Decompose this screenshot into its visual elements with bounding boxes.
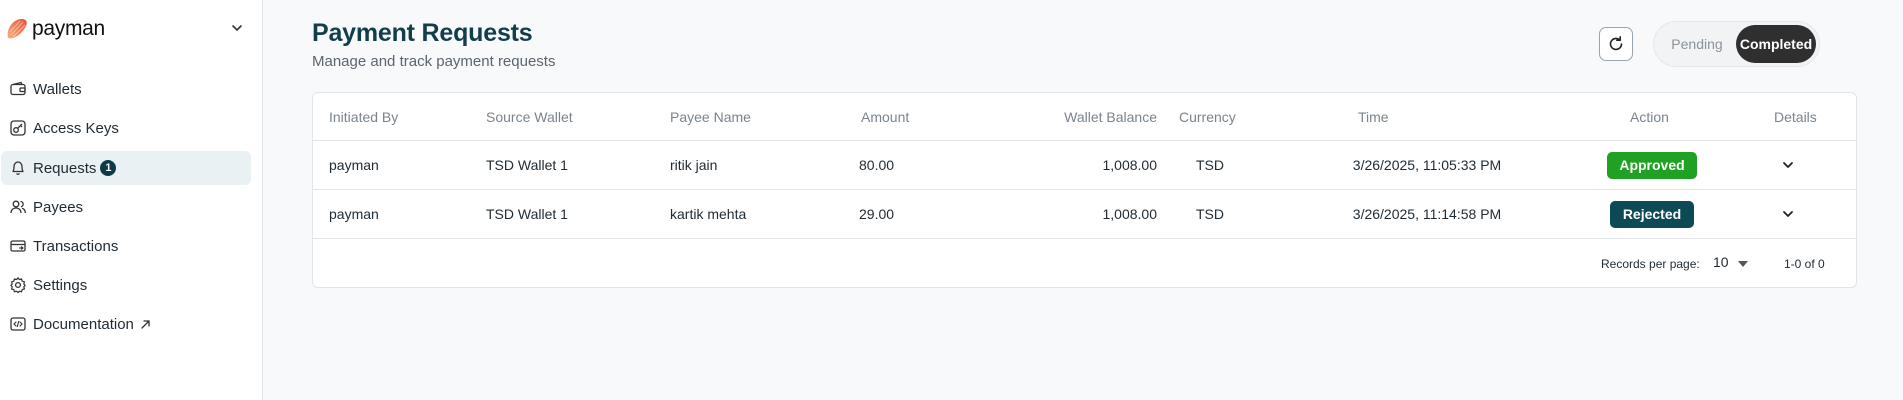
cell-currency: TSD bbox=[1196, 206, 1224, 222]
transactions-icon bbox=[10, 240, 26, 252]
status-badge-rejected: Rejected bbox=[1610, 201, 1694, 228]
cell-wallet-balance: 1,008.00 bbox=[1102, 206, 1158, 222]
sidebar-item-label: Transactions bbox=[33, 237, 119, 255]
sidebar-item-transactions[interactable]: Transactions bbox=[1, 229, 251, 263]
cell-amount: 29.00 bbox=[859, 206, 895, 222]
main-content: Payment Requests Manage and track paymen… bbox=[263, 0, 1903, 400]
sidebar-item-label: Settings bbox=[33, 276, 88, 294]
chevron-down-icon[interactable] bbox=[230, 21, 244, 35]
pagination-range: 1-0 of 0 bbox=[1784, 257, 1825, 271]
sidebar-item-label: Payees bbox=[33, 198, 84, 216]
requests-table: Initiated By Source Wallet Payee Name Am… bbox=[312, 92, 1857, 288]
divider bbox=[313, 238, 1856, 239]
cell-initiated-by: payman bbox=[329, 157, 379, 173]
wallet-icon bbox=[10, 81, 26, 96]
column-header-wallet-balance[interactable]: Wallet Balance bbox=[1013, 93, 1157, 141]
users-icon bbox=[10, 200, 26, 214]
cell-wallet-balance: 1,008.00 bbox=[1102, 157, 1158, 173]
records-per-page-label: Records per page: bbox=[1601, 257, 1700, 271]
page-title: Payment Requests bbox=[312, 19, 533, 47]
tab-completed[interactable]: Completed bbox=[1736, 25, 1816, 63]
cell-payee-name: ritik jain bbox=[670, 157, 718, 173]
status-toggle: Pending Completed bbox=[1653, 21, 1820, 67]
payman-logo-icon bbox=[7, 19, 27, 39]
column-header-source-wallet[interactable]: Source Wallet bbox=[486, 93, 573, 141]
brand-name: payman bbox=[32, 17, 105, 40]
cell-source-wallet: TSD Wallet 1 bbox=[486, 157, 568, 173]
sidebar-item-label: Requests bbox=[33, 159, 97, 177]
sidebar-item-settings[interactable]: Settings bbox=[1, 268, 251, 302]
refresh-button[interactable] bbox=[1599, 27, 1633, 61]
sidebar-item-wallets[interactable]: Wallets bbox=[1, 72, 251, 106]
records-per-page-value: 10 bbox=[1713, 254, 1729, 270]
cell-amount: 80.00 bbox=[859, 157, 895, 173]
sidebar-item-label: Wallets bbox=[33, 80, 82, 98]
column-header-amount[interactable]: Amount bbox=[861, 93, 909, 141]
sidebar-item-payees[interactable]: Payees bbox=[1, 190, 251, 224]
column-header-details: Details bbox=[1774, 109, 1817, 125]
column-header-payee-name[interactable]: Payee Name bbox=[670, 93, 751, 141]
cell-initiated-by: payman bbox=[329, 206, 379, 222]
cell-currency: TSD bbox=[1196, 157, 1224, 173]
cell-time: 3/26/2025, 11:05:33 PM bbox=[1352, 157, 1502, 173]
code-doc-icon bbox=[10, 317, 26, 331]
tab-pending[interactable]: Pending bbox=[1657, 25, 1737, 63]
chevron-down-icon[interactable] bbox=[1781, 158, 1795, 172]
bell-icon bbox=[12, 161, 24, 175]
page-subtitle: Manage and track payment requests bbox=[312, 53, 556, 70]
cell-source-wallet: TSD Wallet 1 bbox=[486, 206, 568, 222]
sidebar-item-documentation[interactable]: Documentation bbox=[1, 307, 251, 341]
gear-icon bbox=[10, 277, 26, 294]
sidebar-item-label: Documentation bbox=[33, 315, 134, 333]
column-header-initiated-by[interactable]: Initiated By bbox=[329, 93, 398, 141]
chevron-down-icon[interactable] bbox=[1781, 207, 1795, 221]
sidebar-item-requests[interactable]: Requests 1 bbox=[1, 151, 251, 185]
key-icon bbox=[10, 120, 26, 136]
cell-time: 3/26/2025, 11:14:58 PM bbox=[1352, 206, 1502, 222]
external-link-icon bbox=[141, 319, 150, 329]
column-header-action: Action bbox=[1630, 109, 1669, 125]
records-per-page-select[interactable]: 10 bbox=[1713, 254, 1757, 276]
status-badge-approved: Approved bbox=[1607, 152, 1697, 179]
sidebar-item-label: Access Keys bbox=[33, 119, 119, 137]
caret-down-icon[interactable] bbox=[1738, 261, 1748, 267]
column-header-time[interactable]: Time bbox=[1358, 93, 1389, 141]
notification-badge: 1 bbox=[100, 160, 117, 176]
sidebar: payman Wallets Access Keys Requests 1 Pa… bbox=[0, 0, 263, 400]
brand[interactable]: payman bbox=[4, 14, 254, 44]
cell-payee-name: kartik mehta bbox=[670, 206, 747, 222]
sidebar-item-access-keys[interactable]: Access Keys bbox=[1, 111, 251, 145]
refresh-icon bbox=[1609, 36, 1623, 51]
column-header-currency[interactable]: Currency bbox=[1179, 93, 1236, 141]
